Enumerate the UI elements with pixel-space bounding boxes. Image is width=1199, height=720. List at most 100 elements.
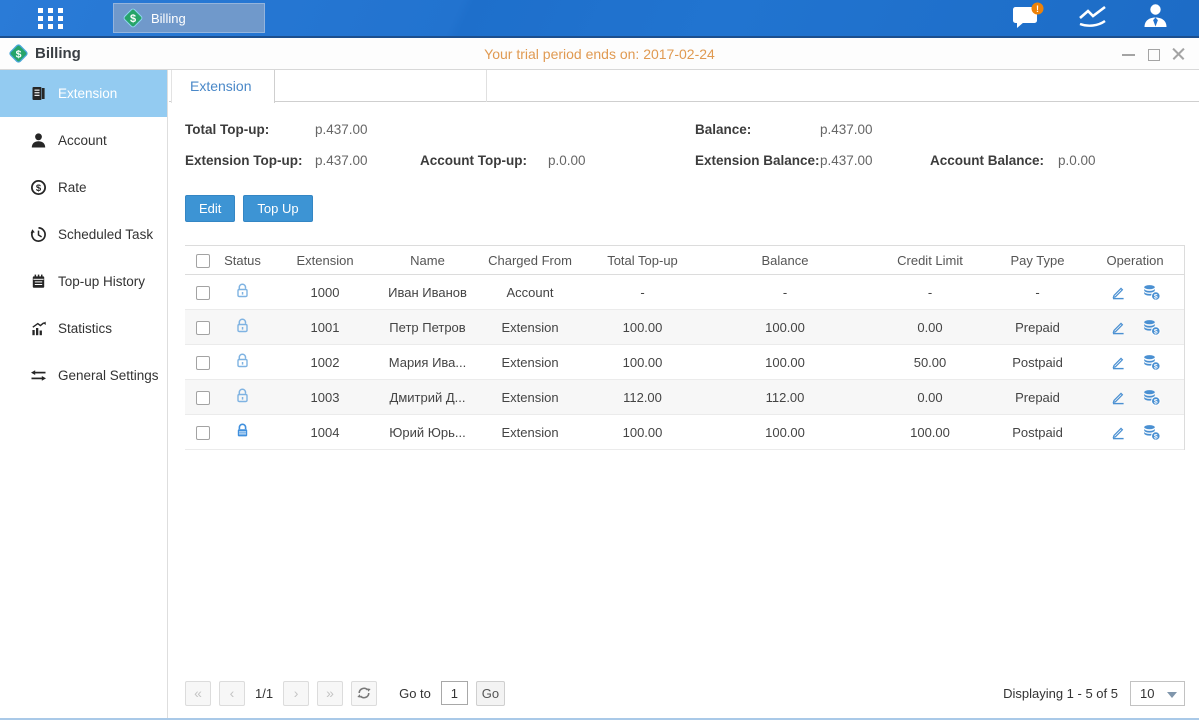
table-header: Status Extension Name Charged From Total… [185, 245, 1184, 275]
user-account-icon[interactable] [1142, 2, 1169, 34]
edit-row-icon[interactable] [1110, 354, 1126, 370]
top-up-row-icon[interactable]: $ [1142, 354, 1161, 371]
dollar-circle-icon: $ [30, 179, 47, 196]
top-up-button[interactable]: Top Up [243, 195, 312, 222]
extensions-table: Status Extension Name Charged From Total… [185, 245, 1185, 450]
summary-value: p.437.00 [315, 122, 420, 137]
sidebar-item-label: Rate [58, 180, 87, 195]
app-grid-icon[interactable] [38, 8, 66, 29]
column-header-status: Status [215, 253, 270, 268]
edit-row-icon[interactable] [1110, 319, 1126, 335]
top-bar: $ Billing ! [0, 0, 1199, 38]
messages-icon[interactable]: ! [1012, 2, 1044, 35]
row-checkbox[interactable] [196, 286, 210, 300]
summary-label: Extension Balance: [695, 153, 820, 168]
edit-row-icon[interactable] [1110, 424, 1126, 440]
notepad-icon [30, 273, 47, 290]
goto-label: Go to [399, 686, 431, 701]
summary-value: p.437.00 [315, 153, 420, 168]
credit-limit-cell: 100.00 [870, 425, 990, 440]
taskbar-tab-label: Billing [151, 11, 186, 26]
window-title: Billing [35, 45, 81, 62]
extension-cell: 1002 [270, 355, 380, 370]
top-up-row-icon[interactable]: $ [1142, 319, 1161, 336]
edit-row-icon[interactable] [1110, 389, 1126, 405]
prev-page-button[interactable]: ‹ [219, 681, 245, 706]
pay-type-cell: Prepaid [990, 390, 1085, 405]
charged-from-cell: Extension [475, 355, 585, 370]
tab-extension[interactable]: Extension [171, 70, 275, 103]
column-header-operation: Operation [1085, 253, 1185, 268]
summary-label: Balance: [695, 122, 820, 137]
first-page-button[interactable]: « [185, 681, 211, 706]
summary-value: p.0.00 [548, 153, 695, 168]
sidebar-item-label: General Settings [58, 368, 159, 383]
sidebar-item-account[interactable]: Account [0, 117, 167, 164]
balance-cell: 100.00 [700, 320, 870, 335]
top-up-row-icon[interactable]: $ [1142, 424, 1161, 441]
app-window: $ Billing ! [0, 0, 1199, 720]
close-icon[interactable] [1172, 48, 1185, 61]
main-content: Extension Total Top-up: p.437.00 Balance… [169, 70, 1199, 718]
name-cell: Дмитрий Д... [380, 390, 475, 405]
refresh-button[interactable] [351, 681, 377, 706]
sidebar-item-extension[interactable]: Extension [0, 70, 167, 117]
sidebar: Extension Account $ Rate Scheduled Task [0, 70, 168, 718]
edit-row-icon[interactable] [1110, 284, 1126, 300]
sidebar-item-scheduled-task[interactable]: Scheduled Task [0, 211, 167, 258]
pay-type-cell: - [990, 285, 1085, 300]
row-checkbox[interactable] [196, 391, 210, 405]
minimize-icon[interactable] [1122, 48, 1135, 61]
goto-page-input[interactable] [441, 681, 468, 705]
row-checkbox[interactable] [196, 426, 210, 440]
last-page-button[interactable]: » [317, 681, 343, 706]
sidebar-item-topup-history[interactable]: Top-up History [0, 258, 167, 305]
window-title-bar: Your trial period ends on: 2017-02-24 $ … [0, 38, 1199, 70]
pay-type-cell: Postpaid [990, 425, 1085, 440]
select-all-checkbox[interactable] [196, 254, 210, 268]
balance-cell: 112.00 [700, 390, 870, 405]
table-row: 1004 Юрий Юрь... Extension 100.00 100.00… [185, 415, 1184, 450]
next-page-button[interactable]: › [283, 681, 309, 706]
extension-cell: 1003 [270, 390, 380, 405]
statistics-chart-icon[interactable] [1078, 3, 1108, 34]
billing-diamond-icon: $ [8, 43, 29, 64]
row-checkbox[interactable] [196, 321, 210, 335]
row-checkbox[interactable] [196, 356, 210, 370]
top-up-row-icon[interactable]: $ [1142, 284, 1161, 301]
taskbar-tab-billing[interactable]: $ Billing [113, 3, 265, 33]
sliders-icon [30, 367, 47, 384]
maximize-icon[interactable] [1147, 48, 1160, 61]
name-cell: Юрий Юрь... [380, 425, 475, 440]
sidebar-item-general-settings[interactable]: General Settings [0, 352, 167, 399]
svg-text:$: $ [1153, 363, 1157, 370]
sidebar-item-statistics[interactable]: Statistics [0, 305, 167, 352]
name-cell: Мария Ива... [380, 355, 475, 370]
edit-button[interactable]: Edit [185, 195, 235, 222]
displaying-text: Displaying 1 - 5 of 5 [1003, 686, 1118, 701]
refresh-icon [357, 686, 371, 700]
lock-open-icon [234, 317, 251, 334]
top-up-row-icon[interactable]: $ [1142, 389, 1161, 406]
name-cell: Иван Иванов [380, 285, 475, 300]
page-size-select[interactable]: 10 [1130, 681, 1185, 706]
chevron-down-icon [1167, 692, 1177, 698]
pay-type-cell: Prepaid [990, 320, 1085, 335]
charged-from-cell: Extension [475, 320, 585, 335]
clock-history-icon [30, 226, 47, 243]
extension-cell: 1004 [270, 425, 380, 440]
lock-closed-icon [234, 422, 251, 439]
sidebar-item-rate[interactable]: $ Rate [0, 164, 167, 211]
summary-label: Account Top-up: [420, 153, 548, 168]
sidebar-item-label: Extension [58, 86, 117, 101]
person-icon [30, 132, 47, 149]
pay-type-cell: Postpaid [990, 355, 1085, 370]
lock-open-icon [234, 282, 251, 299]
credit-limit-cell: 0.00 [870, 390, 990, 405]
column-header-pay-type: Pay Type [990, 253, 1085, 268]
svg-text:$: $ [1153, 433, 1157, 440]
balance-cell: 100.00 [700, 355, 870, 370]
ledger-icon [30, 85, 47, 102]
table-row: 1000 Иван Иванов Account - - - - $ [185, 275, 1184, 310]
go-button[interactable]: Go [476, 681, 505, 706]
